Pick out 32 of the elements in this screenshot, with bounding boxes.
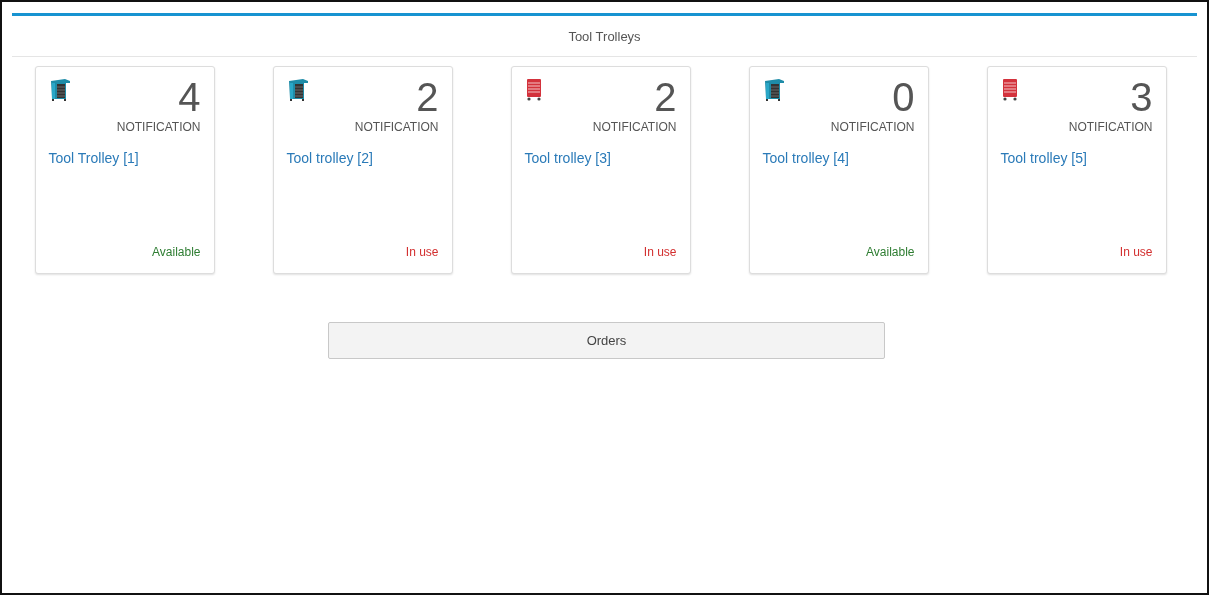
status-text: In use xyxy=(643,245,677,259)
trolley-link[interactable]: Tool Trolley [1] xyxy=(48,150,139,166)
tool-chest-icon xyxy=(524,77,543,101)
tool-cabinet-icon xyxy=(48,77,71,101)
notification-count: 2 xyxy=(416,77,439,117)
notification-label: NOTIFICATION xyxy=(1068,120,1153,134)
page-title: Tool Trolleys xyxy=(568,28,641,44)
status-text: Available xyxy=(866,245,915,259)
notification-count: 2 xyxy=(654,77,677,117)
trolley-link[interactable]: Tool trolley [2] xyxy=(286,150,373,166)
status-text: Available xyxy=(152,245,201,259)
notification-label: NOTIFICATION xyxy=(354,120,439,134)
notification-label: NOTIFICATION xyxy=(116,120,201,134)
trolley-card[interactable]: 2 NOTIFICATION Tool trolley [2] In use xyxy=(272,66,453,274)
tool-cabinet-icon xyxy=(762,77,785,101)
trolley-card[interactable]: 0 NOTIFICATION Tool trolley [4] Available xyxy=(748,66,929,274)
trolley-link[interactable]: Tool trolley [5] xyxy=(1000,150,1087,166)
orders-button[interactable]: Orders xyxy=(328,322,885,359)
notification-label: NOTIFICATION xyxy=(592,120,677,134)
notification-count: 3 xyxy=(1130,77,1153,117)
notification-label: NOTIFICATION xyxy=(830,120,915,134)
tool-cabinet-icon xyxy=(286,77,309,101)
trolley-card[interactable]: 3 NOTIFICATION Tool trolley [5] In use xyxy=(986,66,1167,274)
status-text: In use xyxy=(405,245,439,259)
trolley-link[interactable]: Tool trolley [4] xyxy=(762,150,849,166)
trolley-link[interactable]: Tool trolley [3] xyxy=(524,150,611,166)
trolley-card[interactable]: 2 NOTIFICATION Tool trolley [3] In use xyxy=(510,66,691,274)
trolley-card[interactable]: 4 NOTIFICATION Tool Trolley [1] Available xyxy=(34,66,215,274)
notification-count: 4 xyxy=(178,77,201,117)
notification-count: 0 xyxy=(892,77,915,117)
tool-chest-icon xyxy=(1000,77,1019,101)
status-text: In use xyxy=(1119,245,1153,259)
